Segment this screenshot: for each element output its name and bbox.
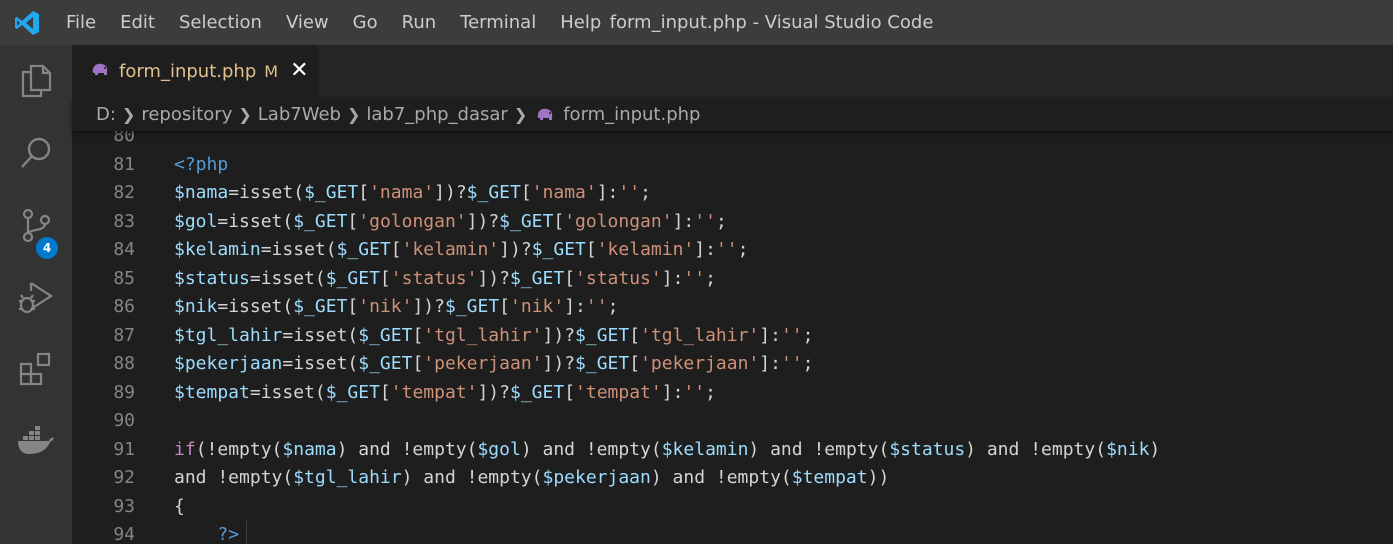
- line-number: 84: [113, 239, 135, 260]
- extensions-icon[interactable]: [0, 333, 72, 405]
- menu-go[interactable]: Go: [341, 0, 390, 45]
- code-line[interactable]: 81 <?php: [72, 151, 1393, 180]
- menu-bar: File Edit Selection View Go Run Terminal…: [54, 0, 613, 45]
- php-file-icon: [535, 106, 555, 122]
- code-line[interactable]: 93 {: [72, 493, 1393, 522]
- line-number: 92: [113, 467, 135, 488]
- php-file-icon: [90, 61, 110, 81]
- code-line[interactable]: 83 $gol=isset($_GET['golongan'])?$_GET['g…: [72, 208, 1393, 237]
- menu-terminal[interactable]: Terminal: [448, 0, 548, 45]
- code-line[interactable]: 90: [72, 407, 1393, 436]
- chevron-right-icon: ❯: [238, 104, 252, 124]
- code-lines: 80 81 <?php 82 $nama=isset($_GET['nama'])?$_…: [72, 131, 1393, 544]
- tab-bar: form_input.php M ✕: [72, 45, 1393, 97]
- docker-icon[interactable]: [0, 405, 72, 477]
- menu-selection[interactable]: Selection: [167, 0, 274, 45]
- line-number: 89: [113, 381, 135, 403]
- code-editor[interactable]: 80 81 <?php 82 $nama=isset($_GET['nama'])?$_…: [72, 131, 1393, 544]
- line-text: $pekerjaan=isset($_GET['pekerjaan'])?$_G…: [174, 353, 814, 374]
- line-text: $tgl_lahir=isset($_GET['tgl_lahir'])?$_G…: [174, 324, 814, 346]
- line-text: if(!empty($nama) and !empty($gol) and !e…: [174, 438, 1161, 460]
- line-number: 81: [113, 153, 135, 175]
- search-icon[interactable]: [0, 117, 72, 189]
- breadcrumb-drive[interactable]: D:: [96, 104, 116, 125]
- line-text: $tempat=isset($_GET['tempat'])?$_GET['te…: [174, 381, 716, 403]
- code-line[interactable]: 94 ?>: [72, 521, 1393, 544]
- explorer-icon[interactable]: [0, 45, 72, 117]
- line-number: 94: [113, 524, 135, 544]
- code-line[interactable]: 89 $tempat=isset($_GET['tempat'])?$_GET['…: [72, 379, 1393, 408]
- line-text: $gol=isset($_GET['golongan'])?$_GET['gol…: [174, 210, 727, 232]
- line-text: {: [174, 495, 185, 517]
- line-number: 88: [113, 353, 135, 374]
- breadcrumb-repository[interactable]: repository: [141, 104, 232, 125]
- breadcrumb-file[interactable]: form_input.php: [563, 104, 700, 125]
- chevron-right-icon: ❯: [513, 104, 528, 124]
- close-icon[interactable]: ✕: [290, 60, 308, 82]
- code-line[interactable]: 91 if(!empty($nama) and !empty($gol) and …: [72, 436, 1393, 465]
- line-number: 87: [113, 324, 135, 346]
- line-number: 82: [113, 182, 135, 203]
- breadcrumb: D: ❯ repository ❯ Lab7Web ❯ lab7_php_das…: [72, 97, 1393, 131]
- code-line[interactable]: 87 $tgl_lahir=isset($_GET['tgl_lahir'])?$…: [72, 322, 1393, 351]
- menu-run[interactable]: Run: [390, 0, 449, 45]
- tab-form-input[interactable]: form_input.php M ✕: [72, 45, 318, 97]
- menu-file[interactable]: File: [54, 0, 108, 45]
- code-line[interactable]: 85 $status=isset($_GET['status'])?$_GET['…: [72, 265, 1393, 294]
- code-line[interactable]: 88 $pekerjaan=isset($_GET['pekerjaan'])?$…: [72, 350, 1393, 379]
- modified-indicator: M: [264, 61, 279, 81]
- chevron-right-icon: ❯: [346, 104, 361, 124]
- tab-label: form_input.php: [119, 60, 257, 82]
- line-text: and !empty($tgl_lahir) and !empty($peker…: [174, 467, 890, 488]
- breadcrumb-lab7-php-dasar[interactable]: lab7_php_dasar: [366, 104, 507, 125]
- line-text: $nik=isset($_GET['nik'])?$_GET['nik']:''…: [174, 296, 619, 317]
- line-text: <?php: [174, 153, 229, 175]
- line-text: $nama=isset($_GET['nama'])?$_GET['nama']…: [174, 182, 651, 203]
- activity-bar: 4: [0, 45, 72, 544]
- code-line[interactable]: 80: [72, 131, 1393, 151]
- indent-guide: [246, 521, 247, 544]
- code-line[interactable]: 84 $kelamin=isset($_GET['kelamin'])?$_GET…: [72, 236, 1393, 265]
- line-number: 86: [113, 296, 135, 317]
- line-number: 93: [113, 495, 135, 517]
- line-number: 80: [113, 131, 135, 146]
- code-line[interactable]: 92 and !empty($tgl_lahir) and !empty($pek…: [72, 464, 1393, 493]
- line-number: 85: [113, 267, 135, 289]
- vscode-logo-icon: [0, 0, 54, 45]
- code-line[interactable]: 82 $nama=isset($_GET['nama'])?$_GET['nama…: [72, 179, 1393, 208]
- line-text: ?>: [217, 524, 240, 544]
- menu-help[interactable]: Help: [548, 0, 613, 45]
- line-number: 83: [113, 210, 135, 232]
- menu-edit[interactable]: Edit: [108, 0, 167, 45]
- line-text: $kelamin=isset($_GET['kelamin'])?$_GET['…: [174, 239, 749, 260]
- line-text: $status=isset($_GET['status'])?$_GET['st…: [174, 267, 716, 289]
- breadcrumb-lab7web[interactable]: Lab7Web: [258, 104, 341, 125]
- run-debug-icon[interactable]: [0, 261, 72, 333]
- title-bar: File Edit Selection View Go Run Terminal…: [0, 0, 1393, 45]
- chevron-right-icon: ❯: [121, 104, 136, 124]
- line-number: 91: [113, 438, 135, 460]
- menu-view[interactable]: View: [274, 0, 341, 45]
- line-number: 90: [113, 410, 135, 431]
- source-control-badge: 4: [36, 237, 58, 259]
- code-line[interactable]: 86 $nik=isset($_GET['nik'])?$_GET['nik']:…: [72, 293, 1393, 322]
